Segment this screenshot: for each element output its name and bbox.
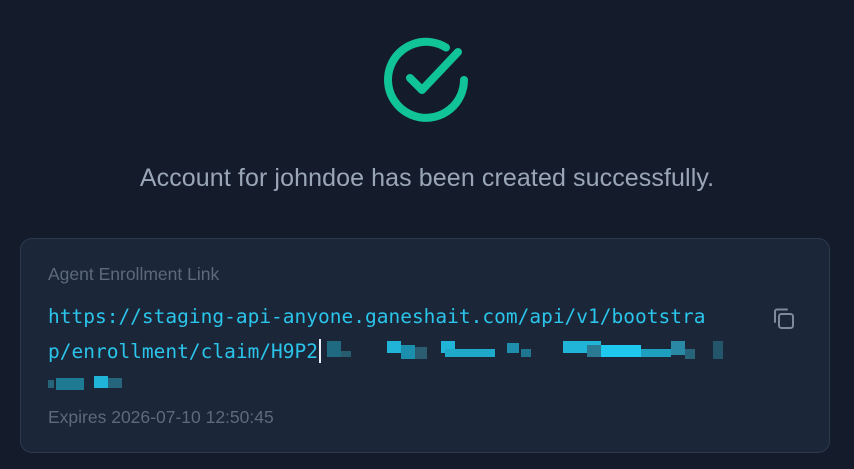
account-created-page: Account for johndoe has been created suc… <box>0 0 854 469</box>
enrollment-link-line-2: p/enrollment/claim/H9P2 <box>48 334 748 369</box>
copy-link-button[interactable] <box>770 305 798 333</box>
redacted-token-block <box>48 375 138 396</box>
enrollment-link[interactable]: https://staging-api-anyone.ganeshait.com… <box>48 299 748 404</box>
enrollment-link-line-1: https://staging-api-anyone.ganeshait.com… <box>48 305 706 328</box>
success-message: Account for johndoe has been created suc… <box>139 164 715 192</box>
enrollment-link-text: p/enrollment/claim/H9P2 <box>48 340 319 363</box>
expires-timestamp: Expires 2026-07-10 12:50:45 <box>48 407 274 427</box>
copy-icon <box>774 308 794 329</box>
redacted-token-block <box>321 340 724 361</box>
check-circle-icon <box>382 36 470 124</box>
enrollment-link-label: Agent Enrollment Link <box>48 264 220 284</box>
enrollment-link-line-3 <box>48 369 748 404</box>
enrollment-link-card: Agent Enrollment Link https://staging-ap… <box>20 238 830 453</box>
